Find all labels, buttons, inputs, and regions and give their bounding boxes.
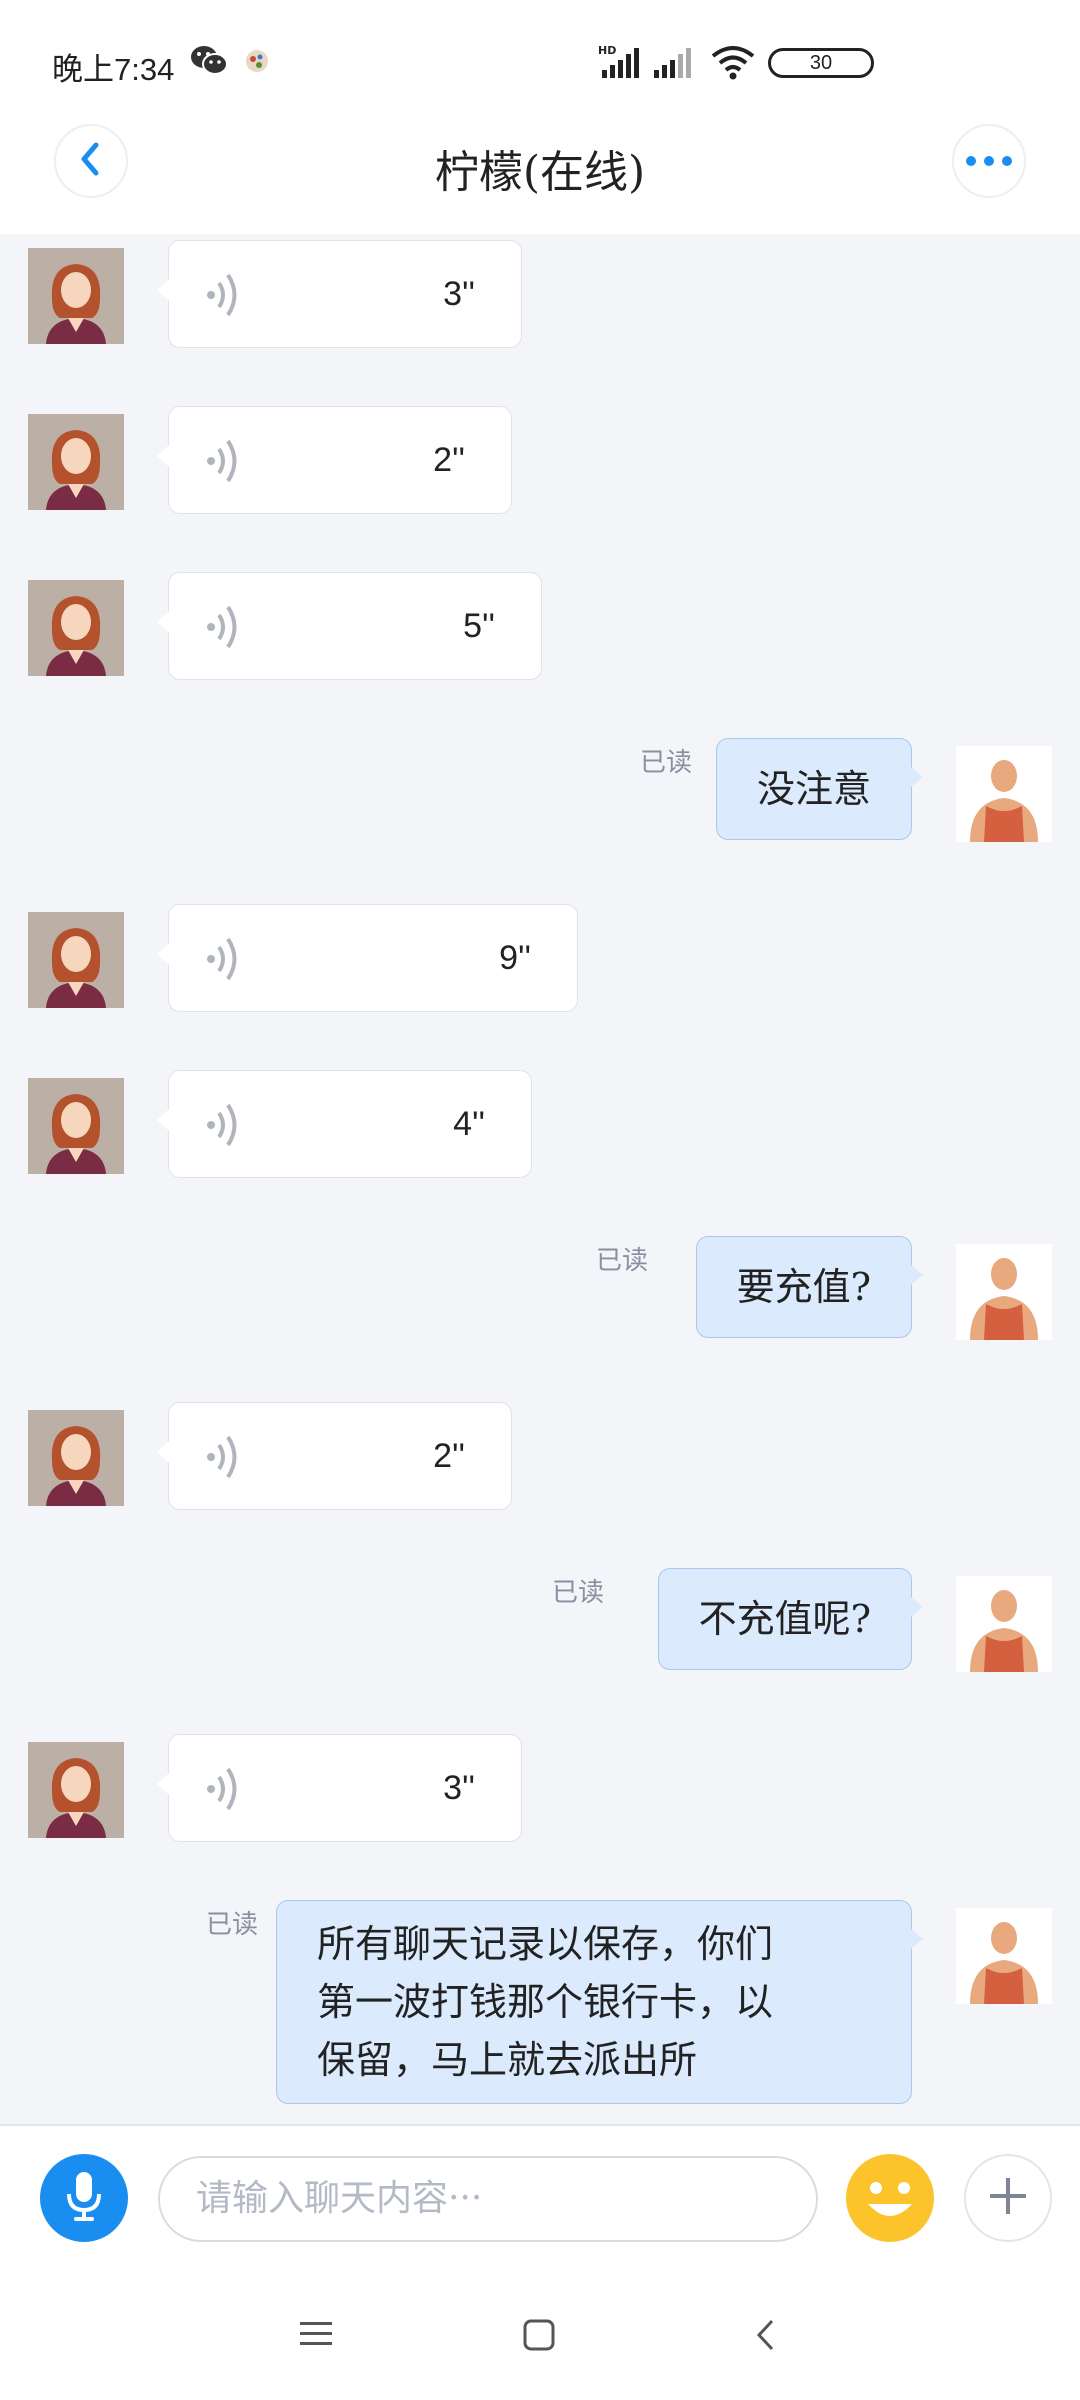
voice-wave-icon: [205, 935, 245, 987]
smiley-icon: [846, 2154, 934, 2246]
contact-avatar[interactable]: [28, 1742, 124, 1838]
svg-text:HD: HD: [598, 44, 616, 57]
voice-duration: 5'': [463, 607, 495, 645]
outgoing-text-message[interactable]: 没注意: [715, 738, 924, 840]
voice-duration: 2'': [433, 1437, 465, 1475]
voice-message[interactable]: 3'': [157, 1734, 522, 1842]
chat-message-list[interactable]: 3'' 2'' 5'' 已读 没注意 9'' 4'' 已读 要充值? 2'' 已…: [0, 234, 1080, 2124]
status-bar: 晚上7:34 HD 30: [0, 0, 1080, 110]
voice-wave-icon: [205, 1765, 245, 1817]
voice-wave-icon: [205, 603, 245, 655]
user-avatar[interactable]: [956, 746, 1052, 842]
contact-avatar[interactable]: [28, 1410, 124, 1506]
outgoing-text-message[interactable]: 所有聊天记录以保存，你们 第一波打钱那个银行卡，以 保留，马上就去派出所: [276, 1900, 923, 2104]
user-avatar[interactable]: [956, 1576, 1052, 1672]
user-avatar[interactable]: [956, 1908, 1052, 2004]
contact-avatar[interactable]: [28, 248, 124, 344]
app-notification-icon: [244, 48, 270, 78]
signal-icon: [652, 46, 696, 84]
voice-wave-icon: [205, 1101, 245, 1153]
more-dots-icon: [965, 152, 1013, 171]
outgoing-text-message[interactable]: 不充值呢?: [657, 1568, 924, 1670]
read-receipt: 已读: [552, 1578, 605, 1608]
voice-message[interactable]: 3'': [157, 240, 522, 348]
voice-duration: 4'': [453, 1105, 485, 1143]
voice-duration: 2'': [433, 441, 465, 479]
read-receipt: 已读: [206, 1910, 259, 1940]
message-text: 没注意: [756, 767, 871, 811]
contact-avatar[interactable]: [28, 580, 124, 676]
voice-input-button[interactable]: [40, 2154, 128, 2242]
voice-wave-icon: [205, 437, 245, 489]
input-bar: 请输入聊天内容···: [0, 2124, 1080, 2274]
wechat-icon: [190, 44, 228, 80]
emoji-button[interactable]: [846, 2154, 934, 2242]
voice-message[interactable]: 9'': [157, 904, 578, 1012]
contact-avatar[interactable]: [28, 1078, 124, 1174]
message-text: 所有聊天记录以保存，你们 第一波打钱那个银行卡，以 保留，马上就去派出所: [317, 1922, 774, 2082]
user-avatar[interactable]: [956, 1244, 1052, 1340]
status-time: 晚上7:34: [52, 52, 175, 87]
voice-message[interactable]: 4'': [157, 1070, 532, 1178]
system-navigation-bar: [0, 2270, 1080, 2400]
wifi-icon: [710, 44, 756, 84]
outgoing-text-message[interactable]: 要充值?: [695, 1236, 924, 1338]
voice-duration: 3'': [443, 275, 475, 313]
message-text: 要充值?: [736, 1265, 871, 1309]
battery-icon: 30: [768, 48, 874, 78]
voice-duration: 9'': [499, 939, 531, 977]
more-options-button[interactable]: [952, 124, 1026, 198]
menu-nav-button[interactable]: [298, 2318, 334, 2354]
plus-icon: [988, 2176, 1028, 2220]
microphone-icon: [64, 2170, 104, 2226]
read-receipt: 已读: [596, 1246, 649, 1276]
message-text: 不充值呢?: [698, 1597, 871, 1641]
voice-message[interactable]: 2'': [157, 1402, 512, 1510]
hd-signal-icon: HD: [598, 44, 642, 84]
voice-duration: 3'': [443, 1769, 475, 1807]
back-nav-button[interactable]: [754, 2318, 778, 2356]
voice-message[interactable]: 5'': [157, 572, 542, 680]
more-actions-button[interactable]: [964, 2154, 1052, 2242]
page-title: 柠檬(在线): [434, 147, 646, 198]
contact-avatar[interactable]: [28, 414, 124, 510]
voice-wave-icon: [205, 1433, 245, 1485]
chat-header: 柠檬(在线): [0, 110, 1080, 234]
read-receipt: 已读: [640, 748, 693, 778]
contact-avatar[interactable]: [28, 912, 124, 1008]
voice-wave-icon: [205, 271, 245, 323]
home-nav-button[interactable]: [522, 2318, 556, 2356]
chat-input[interactable]: 请输入聊天内容···: [158, 2156, 818, 2242]
voice-message[interactable]: 2'': [157, 406, 512, 514]
